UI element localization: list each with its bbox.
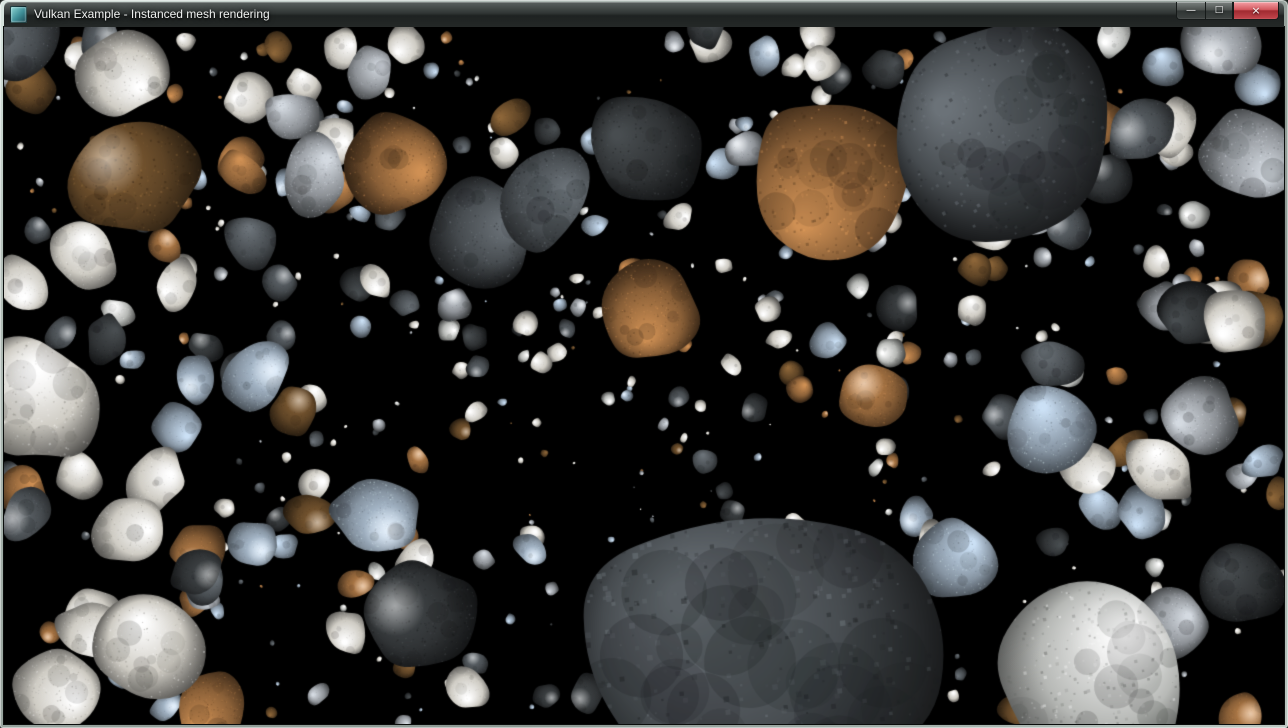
title-bar[interactable]: Vulkan Example - Instanced mesh renderin…: [4, 2, 1284, 27]
app-icon[interactable]: [10, 6, 27, 23]
window-controls: — □ ×: [1176, 2, 1279, 20]
close-button[interactable]: ×: [1233, 2, 1279, 20]
minimize-icon: —: [1186, 6, 1196, 16]
app-window: Vulkan Example - Instanced mesh renderin…: [0, 0, 1288, 728]
minimize-button[interactable]: —: [1176, 2, 1205, 20]
close-icon: ×: [1251, 5, 1260, 16]
client-area: [4, 27, 1284, 724]
window-title: Vulkan Example - Instanced mesh renderin…: [34, 2, 1280, 27]
maximize-icon: □: [1215, 6, 1224, 15]
maximize-button[interactable]: □: [1205, 2, 1233, 20]
render-viewport[interactable]: [4, 27, 1284, 724]
